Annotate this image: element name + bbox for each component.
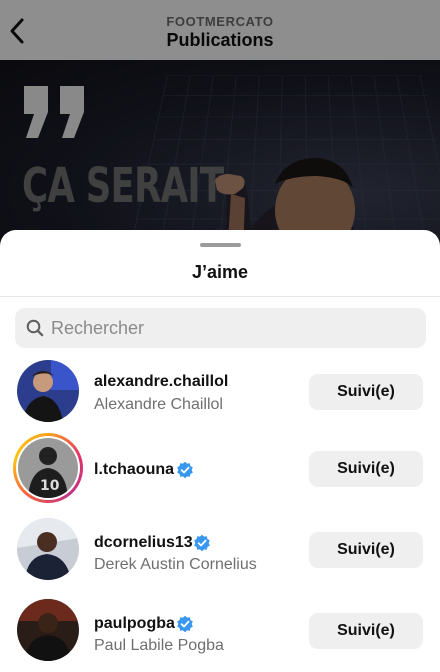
full-name: Paul Labile Pogba	[94, 637, 224, 655]
user-row[interactable]: dcornelius13 Derek Austin Cornelius Suiv…	[0, 518, 440, 588]
following-button[interactable]: Suivi(e)	[309, 613, 423, 649]
likes-sheet: J’aime alexandre.chaillol Alexandre Chai…	[0, 230, 440, 672]
username[interactable]: dcornelius13	[94, 534, 193, 552]
username[interactable]: paulpogba	[94, 615, 175, 633]
user-row[interactable]: paulpogba Paul Labile Pogba Suivi(e)	[0, 599, 440, 669]
username[interactable]: l.tchaouna	[94, 461, 174, 479]
verified-badge-icon	[193, 534, 211, 552]
following-button[interactable]: Suivi(e)	[309, 374, 423, 410]
user-row[interactable]: 10 l.tchaouna Suivi(e)	[0, 437, 440, 507]
avatar[interactable]	[17, 360, 79, 422]
svg-text:10: 10	[40, 478, 60, 494]
drag-handle[interactable]	[200, 243, 241, 247]
avatar[interactable]: 10	[18, 438, 78, 498]
search-input[interactable]	[51, 308, 411, 348]
avatar[interactable]	[17, 599, 79, 661]
user-row[interactable]: alexandre.chaillol Alexandre Chaillol Su…	[0, 360, 440, 430]
verified-badge-icon	[176, 461, 194, 479]
following-button[interactable]: Suivi(e)	[309, 532, 423, 568]
sheet-divider	[0, 296, 440, 297]
sheet-title: J’aime	[0, 262, 440, 283]
avatar[interactable]	[17, 518, 79, 580]
full-name: Alexandre Chaillol	[94, 396, 223, 414]
search-icon	[26, 319, 44, 337]
full-name: Derek Austin Cornelius	[94, 556, 257, 574]
verified-badge-icon	[176, 615, 194, 633]
username[interactable]: alexandre.chaillol	[94, 373, 228, 391]
following-button[interactable]: Suivi(e)	[309, 451, 423, 487]
dim-overlay[interactable]	[0, 0, 440, 260]
search-box[interactable]	[15, 308, 426, 348]
